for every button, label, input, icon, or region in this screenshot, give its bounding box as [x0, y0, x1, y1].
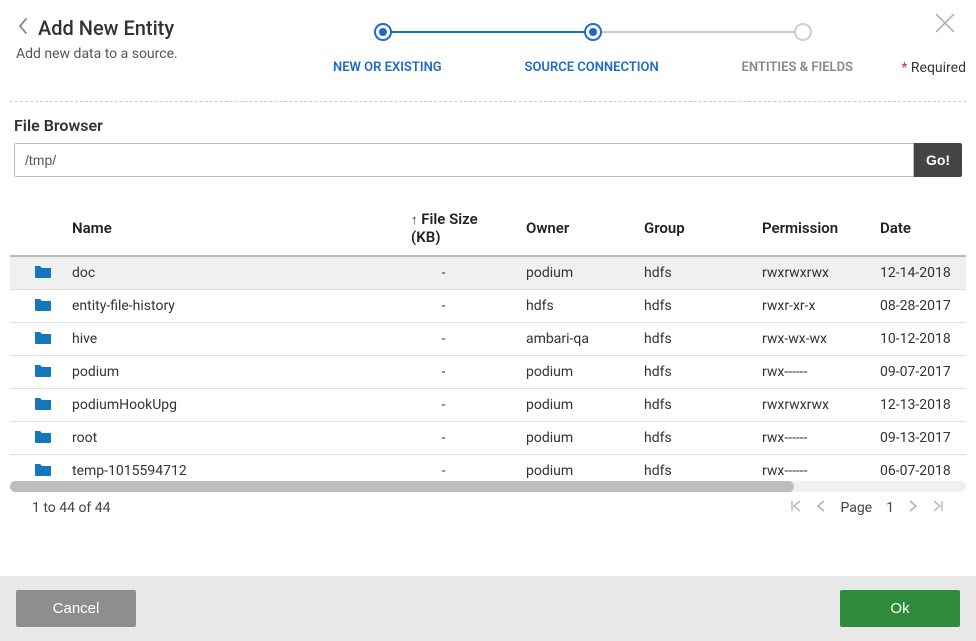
cell-name: podiumHookUpg	[62, 389, 401, 422]
pager-next-icon[interactable]	[908, 500, 918, 516]
cell-date: 09-07-2017	[870, 356, 966, 389]
cell-name: entity-file-history	[62, 290, 401, 323]
cell-name: root	[62, 422, 401, 455]
step-label-2[interactable]: SOURCE CONNECTION	[525, 60, 659, 75]
cell-group: hdfs	[634, 323, 752, 356]
cell-name: hive	[62, 323, 401, 356]
cell-permission: rwxrwxrwx	[752, 389, 870, 422]
cell-size: -	[401, 422, 516, 455]
cell-permission: rwx------	[752, 455, 870, 480]
pager-page-num: 1	[886, 500, 894, 516]
pager-summary: 1 to 44 of 44	[32, 500, 111, 516]
folder-icon	[34, 266, 52, 282]
cell-date: 06-07-2018	[870, 455, 966, 480]
cell-owner: podium	[516, 256, 634, 290]
cell-owner: podium	[516, 455, 634, 480]
cell-date: 12-14-2018	[870, 256, 966, 290]
step-label-1[interactable]: NEW OR EXISTING	[333, 60, 442, 75]
pager-first-icon[interactable]	[790, 500, 802, 516]
required-note: * Required	[901, 60, 966, 76]
page-subtitle: Add new data to a source.	[16, 46, 226, 62]
folder-icon	[34, 332, 52, 348]
go-button[interactable]: Go!	[914, 143, 962, 177]
path-input[interactable]	[14, 143, 914, 177]
cell-permission: rwxr-xr-x	[752, 290, 870, 323]
cell-owner: ambari-qa	[516, 323, 634, 356]
cell-date: 10-12-2018	[870, 323, 966, 356]
cell-group: hdfs	[634, 290, 752, 323]
cell-owner: podium	[516, 422, 634, 455]
cell-name: doc	[62, 256, 401, 290]
cell-date: 12-13-2018	[870, 389, 966, 422]
table-row[interactable]: hive-ambari-qahdfsrwx-wx-wx10-12-2018	[10, 323, 966, 356]
cell-size: -	[401, 455, 516, 480]
cell-size: -	[401, 256, 516, 290]
cell-owner: podium	[516, 356, 634, 389]
horizontal-scrollbar[interactable]	[10, 481, 966, 492]
table-row[interactable]: entity-file-history-hdfshdfsrwxr-xr-x08-…	[10, 290, 966, 323]
step-label-3: ENTITIES & FIELDS	[742, 60, 853, 75]
sort-asc-icon: ↑	[411, 213, 418, 228]
col-header-date[interactable]: Date	[870, 201, 966, 256]
page-title: Add New Entity	[38, 16, 174, 40]
folder-icon	[34, 299, 52, 315]
cell-size: -	[401, 356, 516, 389]
step-dot-2[interactable]	[584, 23, 602, 41]
cell-name: podium	[62, 356, 401, 389]
section-title-file-browser: File Browser	[14, 116, 962, 135]
cancel-button[interactable]: Cancel	[16, 590, 136, 627]
pager-prev-icon[interactable]	[816, 500, 826, 516]
col-header-permission[interactable]: Permission	[752, 201, 870, 256]
col-header-name[interactable]: Name	[62, 201, 401, 256]
cell-permission: rwxrwxrwx	[752, 256, 870, 290]
close-icon[interactable]	[932, 10, 958, 40]
col-header-group[interactable]: Group	[634, 201, 752, 256]
table-row[interactable]: doc-podiumhdfsrwxrwxrwx12-14-2018	[10, 256, 966, 290]
table-row[interactable]: temp-1015594712-podiumhdfsrwx------06-07…	[10, 455, 966, 480]
col-header-owner[interactable]: Owner	[516, 201, 634, 256]
cell-owner: hdfs	[516, 290, 634, 323]
pager-page-label: Page	[840, 500, 872, 516]
folder-icon	[34, 398, 52, 414]
cell-owner: podium	[516, 389, 634, 422]
cell-group: hdfs	[634, 422, 752, 455]
cell-group: hdfs	[634, 389, 752, 422]
table-row[interactable]: root-podiumhdfsrwx------09-13-2017	[10, 422, 966, 455]
back-chevron-icon[interactable]	[16, 16, 30, 40]
cell-date: 09-13-2017	[870, 422, 966, 455]
step-dot-1[interactable]	[374, 23, 392, 41]
cell-group: hdfs	[634, 256, 752, 290]
cell-permission: rwx------	[752, 356, 870, 389]
cell-size: -	[401, 389, 516, 422]
col-header-size[interactable]: ↑ File Size (KB)	[401, 201, 516, 256]
ok-button[interactable]: Ok	[840, 590, 960, 627]
cell-group: hdfs	[634, 455, 752, 480]
cell-date: 08-28-2017	[870, 290, 966, 323]
cell-size: -	[401, 323, 516, 356]
folder-icon	[34, 365, 52, 381]
cell-size: -	[401, 290, 516, 323]
cell-permission: rwx-wx-wx	[752, 323, 870, 356]
table-row[interactable]: podium-podiumhdfsrwx------09-07-2017	[10, 356, 966, 389]
pager-last-icon[interactable]	[932, 500, 944, 516]
folder-icon	[34, 464, 52, 479]
table-row[interactable]: podiumHookUpg-podiumhdfsrwxrwxrwx12-13-2…	[10, 389, 966, 422]
cell-name: temp-1015594712	[62, 455, 401, 480]
cell-group: hdfs	[634, 356, 752, 389]
wizard-stepper: NEW OR EXISTING SOURCE CONNECTION ENTITI…	[226, 16, 960, 75]
step-dot-3	[794, 23, 812, 41]
cell-permission: rwx------	[752, 422, 870, 455]
file-table: Name ↑ File Size (KB) Owner Group Permis…	[10, 201, 966, 479]
folder-icon	[34, 431, 52, 447]
